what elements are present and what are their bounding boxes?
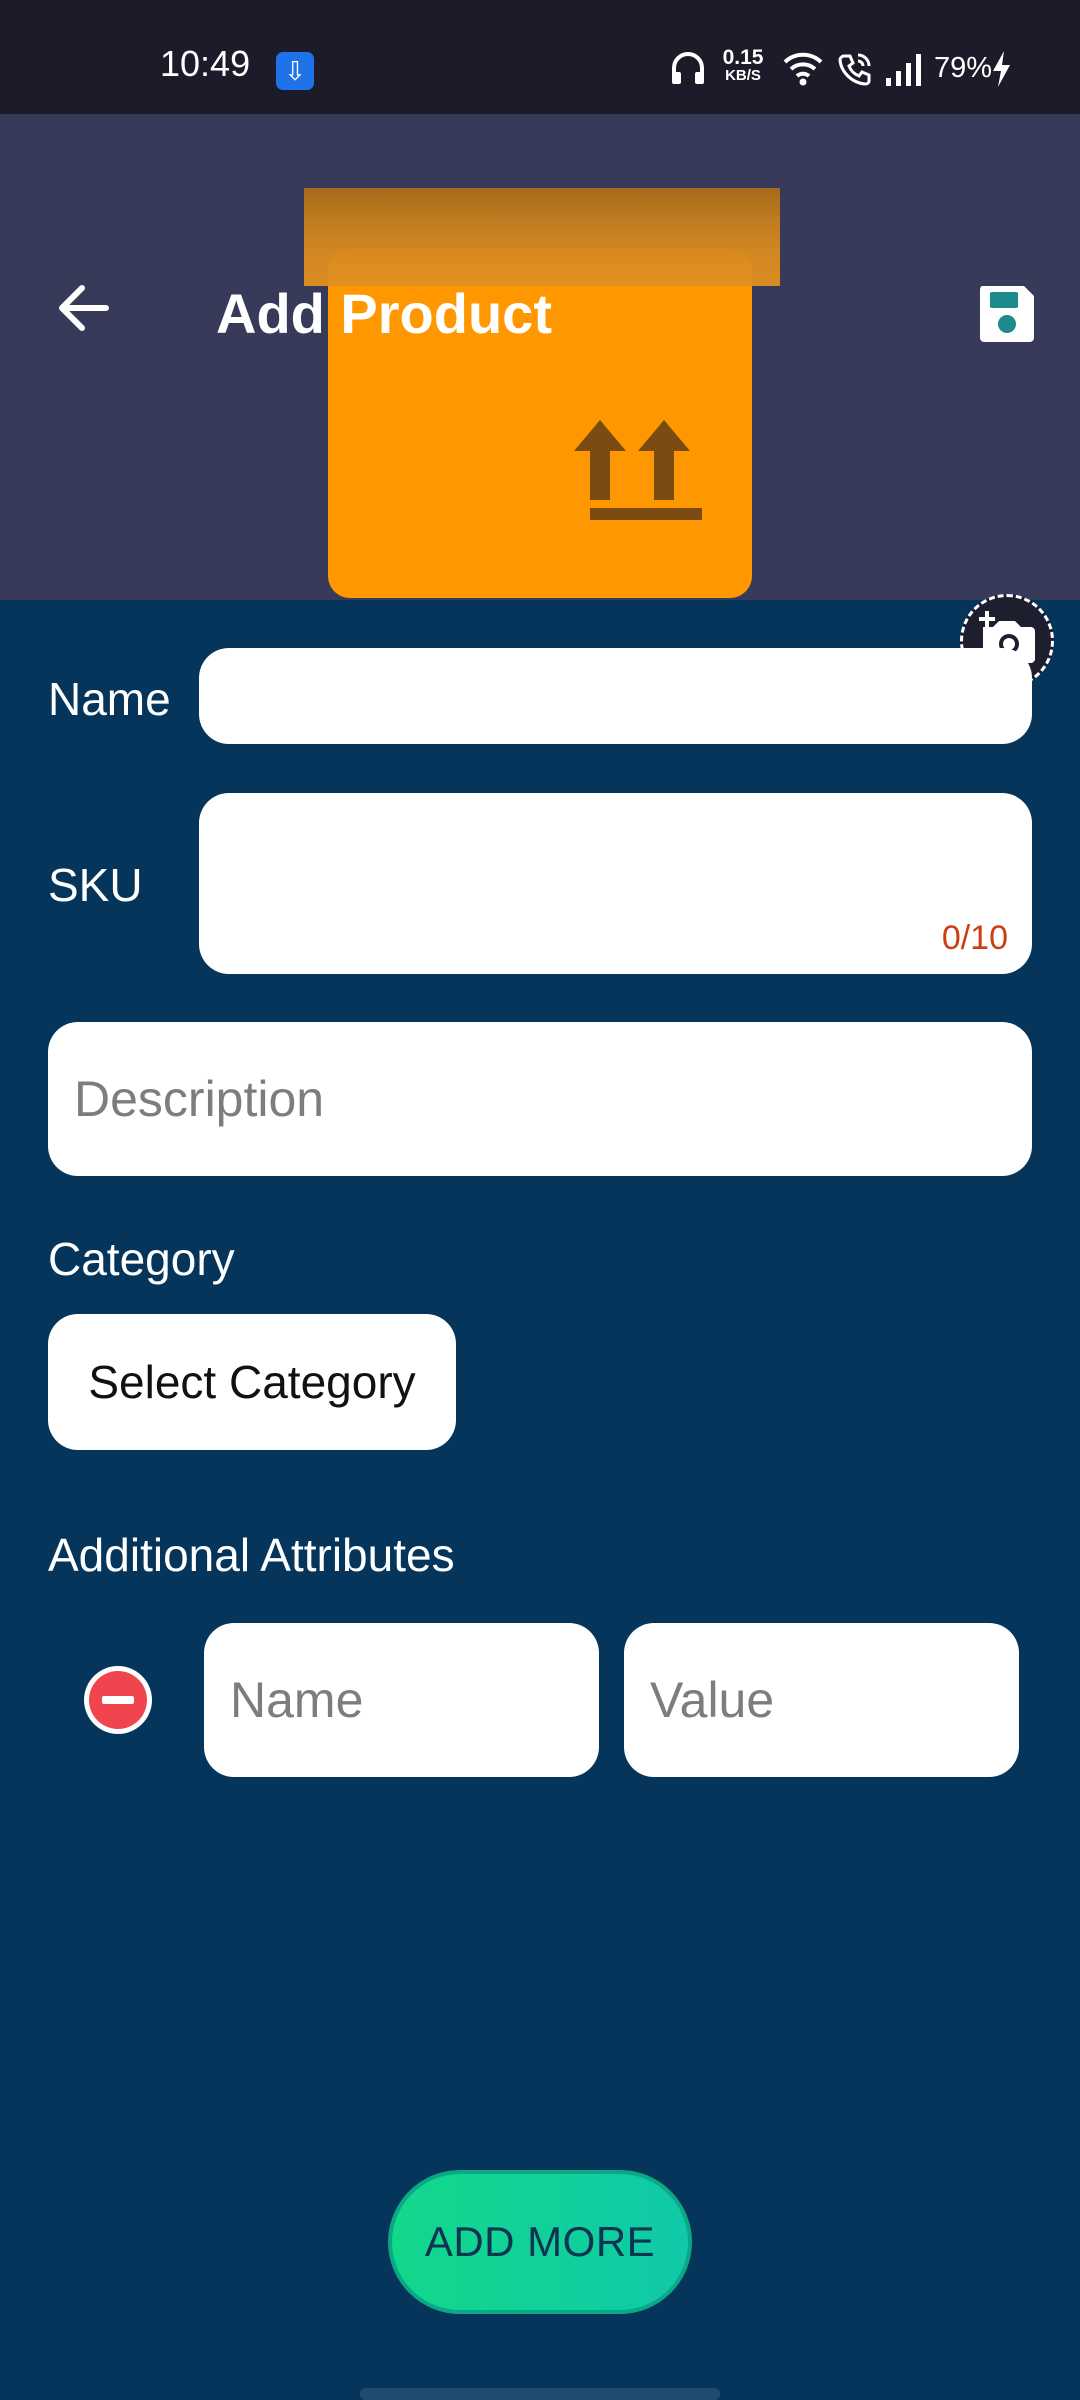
battery-level: 79% [934, 52, 993, 84]
network-speed-unit: KB/S [725, 67, 761, 84]
wifi-icon [783, 52, 823, 86]
network-speed-value: 0.15 [722, 46, 764, 69]
product-image-header: Add Product [0, 114, 1080, 688]
headset-icon [672, 52, 704, 84]
attribute-value-field[interactable] [624, 1623, 1019, 1777]
sku-label: SKU [48, 859, 143, 911]
name-input[interactable] [223, 648, 1008, 744]
description-field[interactable] [48, 1022, 1032, 1176]
description-input[interactable] [72, 1022, 1008, 1176]
sku-character-counter: 0/10 [941, 919, 1008, 957]
attribute-value-input[interactable] [648, 1623, 995, 1777]
name-label: Name [48, 673, 171, 725]
charging-icon [993, 51, 1010, 87]
name-field[interactable] [199, 648, 1032, 744]
status-time: 10:49 [160, 43, 251, 84]
package-box-icon[interactable] [300, 188, 780, 638]
select-category-button[interactable]: Select Category [48, 1314, 456, 1450]
attribute-name-input[interactable] [228, 1623, 575, 1777]
sku-field[interactable]: 0/10 [199, 793, 1032, 974]
home-indicator[interactable] [360, 2388, 720, 2400]
remove-attribute-icon[interactable] [82, 1664, 154, 1736]
add-more-button[interactable]: ADD MORE [388, 2170, 692, 2314]
network-speed: 0.15 KB/S [713, 46, 773, 84]
usb-icon: ⇩ [276, 52, 314, 90]
page-title: Add Product [216, 282, 552, 345]
back-arrow-icon[interactable] [50, 274, 118, 342]
save-floppy-icon[interactable] [974, 280, 1040, 346]
sku-input[interactable] [223, 793, 1008, 914]
status-bar: 10:49 ⇩ 0.15 KB/S 79% [0, 0, 1080, 114]
category-label: Category [48, 1233, 235, 1285]
additional-attributes-label: Additional Attributes [48, 1529, 455, 1581]
attribute-name-field[interactable] [204, 1623, 599, 1777]
phone-call-icon [838, 53, 871, 86]
signal-icon [886, 54, 921, 86]
